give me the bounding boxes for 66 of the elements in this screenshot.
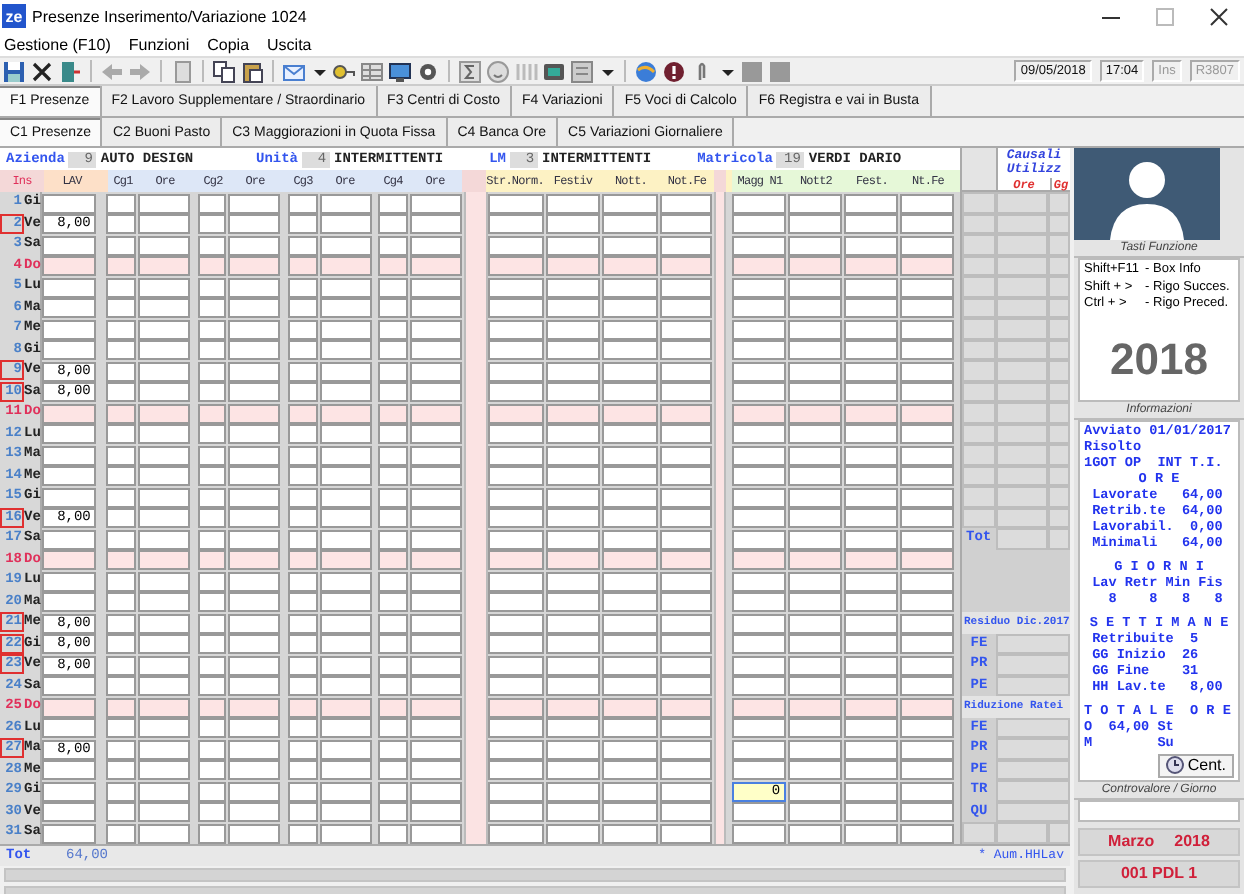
input-field[interactable] <box>732 235 787 255</box>
input-field[interactable] <box>732 319 787 339</box>
input-field[interactable] <box>732 214 787 234</box>
menu-item[interactable]: Uscita <box>267 35 312 53</box>
header-cell <box>100 170 108 192</box>
menu-item[interactable]: Funzioni <box>128 35 190 53</box>
screen-icon[interactable] <box>542 59 566 83</box>
input-field[interactable] <box>732 487 787 507</box>
payroll-label: 001 PDL 1 <box>1078 859 1240 887</box>
input-field[interactable] <box>732 634 787 654</box>
close-icon[interactable] <box>1210 7 1228 25</box>
input-field[interactable] <box>732 676 787 696</box>
square-icon[interactable] <box>768 59 792 83</box>
window-title: Presenze Inserimento/Variazione 1024 <box>32 7 309 25</box>
copy-icon[interactable] <box>212 59 236 83</box>
input-field[interactable] <box>732 403 787 423</box>
input-field[interactable] <box>732 445 787 465</box>
clipboard-icon[interactable] <box>240 59 264 83</box>
input-field[interactable] <box>732 697 787 717</box>
globe-icon[interactable] <box>634 59 658 83</box>
input-field[interactable] <box>732 361 787 381</box>
app-logo: ze <box>2 4 26 28</box>
input-field[interactable] <box>732 340 787 360</box>
input-field[interactable] <box>732 760 787 780</box>
year-label: 2018 <box>1108 331 1210 387</box>
smiley-icon[interactable] <box>486 59 510 83</box>
input-field[interactable] <box>732 193 787 213</box>
header-cell <box>462 170 486 192</box>
input-field[interactable] <box>732 382 787 402</box>
month-label: Marzo <box>1108 829 1155 853</box>
input-field[interactable] <box>732 466 787 486</box>
input-field[interactable] <box>732 739 787 759</box>
input-field[interactable] <box>732 655 787 675</box>
save-icon[interactable] <box>2 59 26 83</box>
right-arrow-icon[interactable] <box>128 59 152 83</box>
clock-icon <box>1165 756 1184 774</box>
input-field[interactable] <box>732 256 787 276</box>
input-field[interactable] <box>732 802 787 822</box>
year-value: 2018 <box>1174 829 1210 853</box>
document-icon[interactable] <box>170 59 194 83</box>
sigma-icon[interactable] <box>458 59 482 83</box>
left-arrow-icon[interactable] <box>100 59 124 83</box>
input-field[interactable] <box>732 508 787 528</box>
key-icon[interactable] <box>332 59 356 83</box>
cent-button[interactable]: Cent. <box>1157 753 1234 777</box>
shaded-cell <box>464 822 488 843</box>
input-field[interactable] <box>732 424 787 444</box>
input-field[interactable] <box>732 298 787 318</box>
close-icon[interactable] <box>30 59 54 83</box>
menu-item[interactable]: Gestione (F10) <box>4 35 111 53</box>
door-icon[interactable] <box>58 59 82 83</box>
value-field[interactable] <box>1078 799 1240 821</box>
menu-item[interactable]: Copia <box>207 35 250 53</box>
maximize-icon[interactable] <box>1156 7 1174 25</box>
input-field[interactable] <box>732 613 787 633</box>
input-field[interactable] <box>732 718 787 738</box>
input-field[interactable] <box>732 529 787 549</box>
alert-icon[interactable] <box>662 59 686 83</box>
input-field[interactable] <box>732 550 787 570</box>
input-field[interactable] <box>732 823 787 843</box>
monitor-icon[interactable] <box>388 59 412 83</box>
envelope-icon[interactable] <box>282 59 306 83</box>
input-field[interactable] <box>732 277 787 297</box>
shaded-cell <box>464 192 488 213</box>
input-field[interactable] <box>732 592 787 612</box>
input-field[interactable] <box>732 571 787 591</box>
